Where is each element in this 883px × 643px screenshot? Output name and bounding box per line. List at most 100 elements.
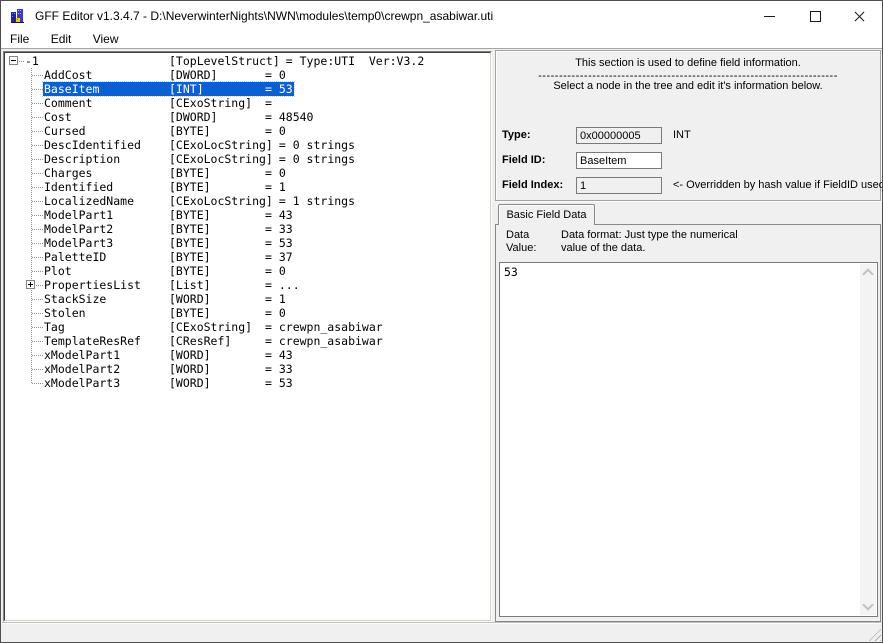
menu-view[interactable]: View [84, 31, 128, 48]
field-name: BaseItem [44, 82, 169, 96]
basic-field-data-page: Data Value: Data format: Just type the n… [495, 224, 881, 622]
field-type: [BYTE] [169, 306, 259, 320]
field-value: = 0 [265, 124, 286, 138]
type-label: Type: [502, 127, 531, 144]
tree-node-Cursed[interactable]: Cursed[BYTE]= 0 [43, 124, 287, 138]
field-value: = 43 [265, 208, 293, 222]
window-title: GFF Editor v1.3.4.7 - D:\NeverwinterNigh… [35, 9, 493, 23]
field-type: [CExoLocString] [169, 194, 273, 208]
tree-node-PaletteID[interactable]: PaletteID[BYTE]= 37 [43, 250, 294, 264]
scroll-down-icon[interactable] [862, 599, 873, 610]
field-type: [BYTE] [169, 180, 259, 194]
tree-node-BaseItem[interactable]: BaseItem[INT] = 53 [43, 82, 294, 96]
type-input[interactable] [576, 127, 662, 144]
close-button[interactable] [837, 1, 882, 31]
tab-basic-field-data[interactable]: Basic Field Data [498, 204, 595, 225]
field-index-label: Field Index: [502, 177, 563, 194]
field-value: = 0 [265, 264, 286, 278]
field-value: = ... [265, 278, 300, 292]
field-type: [BYTE] [169, 236, 259, 250]
tree-node-TemplateResRef[interactable]: TemplateResRef[CResRef]= crewpn_asabiwar [43, 334, 384, 348]
tree-node-Plot[interactable]: Plot[BYTE]= 0 [43, 264, 287, 278]
editor-scrollbar[interactable] [860, 264, 876, 615]
tree-node-xModelPart2[interactable]: xModelPart2[WORD]= 33 [43, 362, 294, 376]
minimize-button[interactable] [747, 1, 792, 31]
tree-node-xModelPart1[interactable]: xModelPart1[WORD]= 43 [43, 348, 294, 362]
info-header-line2: Select a node in the tree and edit it's … [496, 80, 880, 92]
field-value: = Type:UTI Ver:V3.2 [286, 54, 424, 68]
tree-node-ModelPart2[interactable]: ModelPart2[BYTE]= 33 [43, 222, 294, 236]
field-id-input[interactable] [576, 152, 662, 169]
tree-node-ModelPart3[interactable]: ModelPart3[BYTE]= 53 [43, 236, 294, 250]
field-name: -1 [25, 54, 169, 68]
field-type: [CExoString] [169, 320, 259, 334]
field-value: = 1 [265, 180, 286, 194]
field-type: [CResRef] [169, 334, 259, 348]
field-name: StackSize [44, 292, 169, 306]
field-name: Tag [44, 320, 169, 334]
tree-node-ModelPart1[interactable]: ModelPart1[BYTE]= 43 [43, 208, 294, 222]
tree-node-DescIdentified[interactable]: DescIdentified[CExoLocString]= 0 strings [43, 138, 356, 152]
field-name: xModelPart3 [44, 376, 169, 390]
type-name-text: INT [673, 127, 691, 144]
field-type: [WORD] [169, 376, 259, 390]
scroll-up-icon[interactable] [862, 268, 873, 279]
field-type: [List] [169, 278, 259, 292]
field-value: = 53 [265, 376, 293, 390]
data-format-hint-line2: value of the data. [561, 242, 645, 255]
field-value: = 0 strings [279, 138, 355, 152]
expand-toggle-minus-icon[interactable] [9, 56, 18, 65]
tree-node-Identified[interactable]: Identified[BYTE]= 1 [43, 180, 287, 194]
field-name: Stolen [44, 306, 169, 320]
info-header-line1: This section is used to define field inf… [496, 57, 880, 69]
field-type: [WORD] [169, 348, 259, 362]
expand-toggle-plus-icon[interactable] [26, 280, 35, 289]
menu-file[interactable]: File [1, 31, 38, 48]
app-icon[interactable] [10, 8, 26, 24]
tree-node-StackSize[interactable]: StackSize[WORD]= 1 [43, 292, 287, 306]
field-name: Charges [44, 166, 169, 180]
field-name: xModelPart2 [44, 362, 169, 376]
field-name: PaletteID [44, 250, 169, 264]
resize-grip[interactable] [867, 627, 881, 641]
field-value: = 53 [265, 82, 293, 96]
field-value: = 0 [265, 166, 286, 180]
tree-node-Stolen[interactable]: Stolen[BYTE]= 0 [43, 306, 287, 320]
tree-view: -1[TopLevelStruct] = Type:UTI Ver:V3.2Add… [9, 54, 490, 390]
field-name: PropertiesList [44, 278, 169, 292]
field-name: Cost [44, 110, 169, 124]
tree-node-Charges[interactable]: Charges[BYTE]= 0 [43, 166, 287, 180]
menu-edit[interactable]: Edit [42, 31, 81, 48]
field-index-input[interactable] [576, 177, 662, 194]
field-type: [DWORD] [169, 110, 259, 124]
field-type: [INT] [169, 82, 259, 96]
tree-node-PropertiesList[interactable]: PropertiesList[List] = ... [43, 278, 301, 292]
tree-node-Comment[interactable]: Comment[CExoString]= [43, 96, 273, 110]
field-type: [BYTE] [169, 222, 259, 236]
maximize-button[interactable] [792, 1, 837, 31]
field-type: [BYTE] [169, 250, 259, 264]
field-info-panel: This section is used to define field inf… [495, 50, 881, 201]
field-name: ModelPart1 [44, 208, 169, 222]
field-name: Comment [44, 96, 169, 110]
tree-node-xModelPart3[interactable]: xModelPart3[WORD] = 53 [43, 376, 294, 390]
data-value-editor[interactable]: 53 [499, 262, 878, 617]
data-value-label-line1: Data [506, 229, 529, 242]
field-name: Description [44, 152, 169, 166]
field-value: = 1 [265, 292, 286, 306]
tree-node-LocalizedName[interactable]: LocalizedName[CExoLocString]= 1 strings [43, 194, 356, 208]
tree-node-root[interactable]: -1[TopLevelStruct] = Type:UTI Ver:V3.2 [24, 54, 425, 68]
tree-node-Description[interactable]: Description[CExoLocString]= 0 strings [43, 152, 356, 166]
tree-node-Tag[interactable]: Tag[CExoString]= crewpn_asabiwar [43, 320, 384, 334]
field-type: [TopLevelStruct] [169, 54, 280, 68]
field-value: = 33 [265, 362, 293, 376]
tree-node-Cost[interactable]: Cost[DWORD]= 48540 [43, 110, 314, 124]
tree-node-AddCost[interactable]: AddCost[DWORD]= 0 [43, 68, 287, 82]
field-value: = 0 strings [279, 152, 355, 166]
field-value: = 33 [265, 222, 293, 236]
data-value-text: 53 [504, 265, 518, 279]
menu-bar: File Edit View [1, 31, 882, 49]
data-format-hint-line1: Data format: Just type the numerical [561, 229, 738, 242]
field-type: [BYTE] [169, 124, 259, 138]
field-id-label: Field ID: [502, 152, 545, 169]
